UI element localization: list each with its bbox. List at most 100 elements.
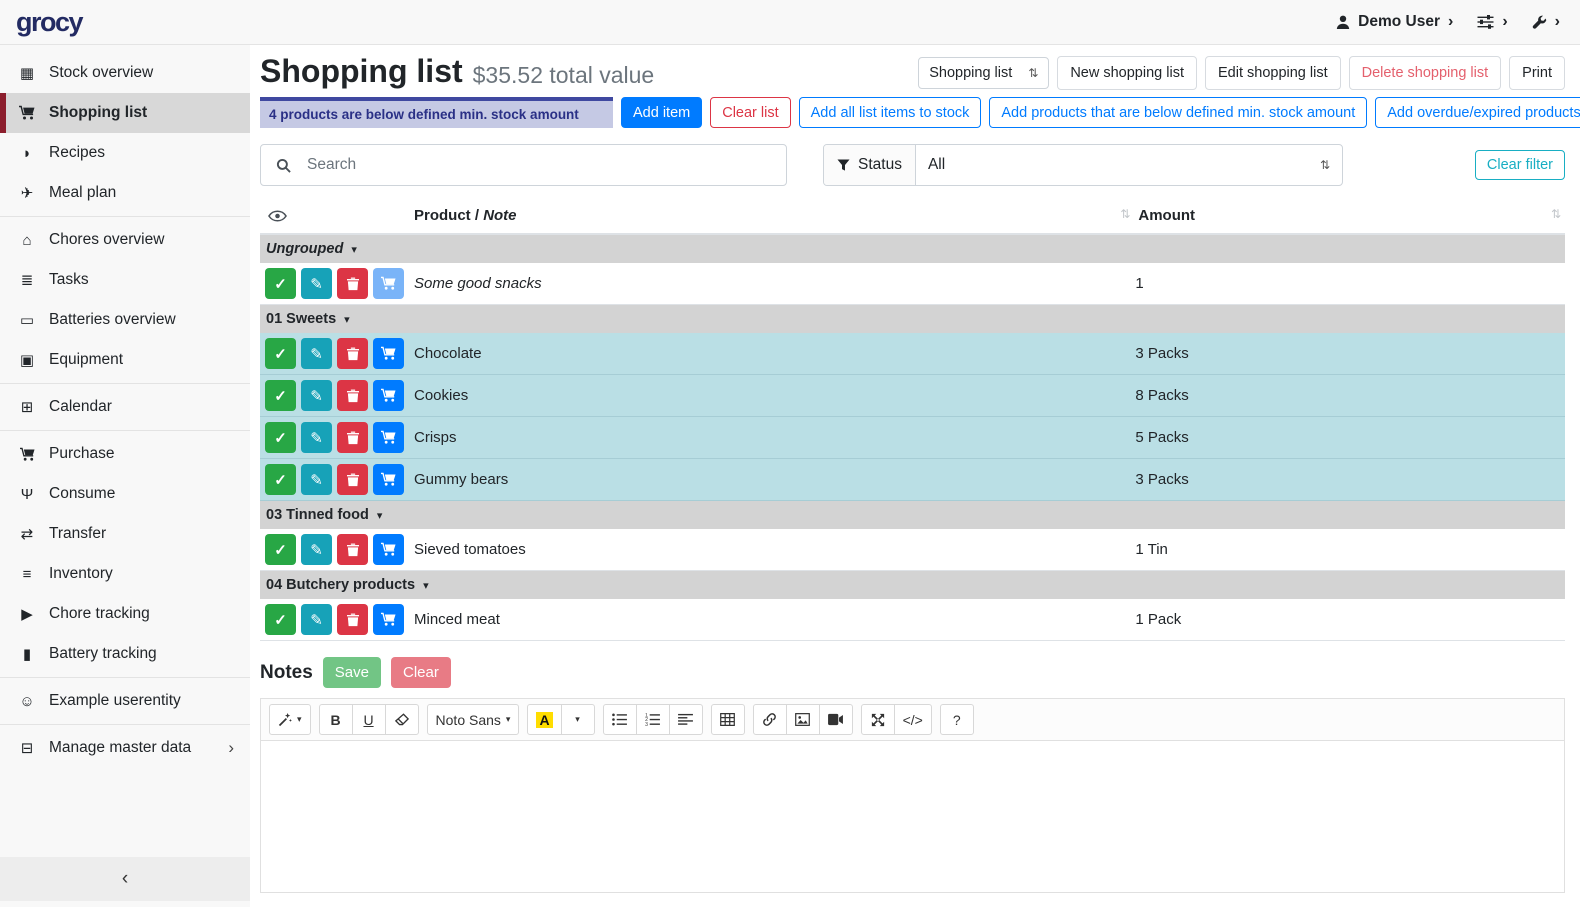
add-to-stock-button[interactable] <box>373 534 404 565</box>
add-to-stock-button[interactable] <box>373 464 404 495</box>
clear-list-button[interactable]: Clear list <box>710 97 790 128</box>
delete-item-button[interactable] <box>337 604 368 635</box>
unordered-list-button[interactable] <box>603 704 637 735</box>
clear-formatting-button[interactable] <box>385 704 419 735</box>
picture-button[interactable] <box>786 704 820 735</box>
font-family-select[interactable]: Noto Sans ▾ <box>427 704 520 735</box>
sidebar-item-tasks[interactable]: ≣ Tasks <box>0 260 250 300</box>
sidebar-item-consume[interactable]: Ψ Consume <box>0 474 250 514</box>
bold-button[interactable]: B <box>319 704 353 735</box>
group-header-sweets[interactable]: 01 Sweets▾ <box>260 305 1565 334</box>
video-button[interactable] <box>819 704 853 735</box>
highlight-color-caret-button[interactable]: ▾ <box>561 704 595 735</box>
add-to-stock-button[interactable] <box>373 380 404 411</box>
shopping-list-select-value: Shopping list <box>929 65 1012 81</box>
ordered-list-button[interactable] <box>636 704 670 735</box>
sidebar-item-manage-master-data[interactable]: ⊟ Manage master data › <box>0 728 250 768</box>
link-button[interactable] <box>753 704 787 735</box>
sidebar-item-chore-tracking[interactable]: ▶ Chore tracking <box>0 594 250 634</box>
clear-filter-button[interactable]: Clear filter <box>1475 150 1565 180</box>
edit-item-button[interactable]: ✎ <box>301 268 332 299</box>
product-column-header[interactable]: Product / Note ⇅ <box>410 198 1134 234</box>
notes-editor-area[interactable] <box>260 741 1565 893</box>
delete-shopping-list-button[interactable]: Delete shopping list <box>1349 56 1502 90</box>
group-header-butchery-products[interactable]: 04 Butchery products▾ <box>260 571 1565 600</box>
admin-tools-menu[interactable]: › <box>1532 13 1560 31</box>
add-below-min-button[interactable]: Add products that are below defined min.… <box>989 97 1367 128</box>
sidebar-item-transfer[interactable]: ⇄ Transfer <box>0 514 250 554</box>
sort-icon[interactable]: ⇅ <box>1551 207 1561 221</box>
add-item-button[interactable]: Add item <box>621 97 702 128</box>
add-to-stock-button[interactable] <box>373 268 404 299</box>
shopping-list-select[interactable]: Shopping list ⇅ <box>918 57 1049 89</box>
delete-item-button[interactable] <box>337 464 368 495</box>
mark-done-button[interactable]: ✓ <box>265 268 296 299</box>
new-shopping-list-button[interactable]: New shopping list <box>1057 56 1197 90</box>
code-view-button[interactable]: </> <box>894 704 932 735</box>
sidebar-item-inventory[interactable]: ≡ Inventory <box>0 554 250 594</box>
paragraph-style-button[interactable] <box>669 704 703 735</box>
mark-done-button[interactable]: ✓ <box>265 464 296 495</box>
edit-shopping-list-button[interactable]: Edit shopping list <box>1205 56 1341 90</box>
notes-save-button[interactable]: Save <box>323 657 381 688</box>
actions-row: 4 products are below defined min. stock … <box>260 97 1565 128</box>
sidebar-item-label: Calendar <box>49 398 112 416</box>
fullscreen-button[interactable] <box>861 704 895 735</box>
pencil-icon: ✎ <box>310 471 323 489</box>
trash-icon <box>347 473 359 487</box>
highlight-color-button[interactable]: A <box>527 704 561 735</box>
add-to-stock-button[interactable] <box>373 604 404 635</box>
edit-item-button[interactable]: ✎ <box>301 422 332 453</box>
delete-item-button[interactable] <box>337 338 368 369</box>
search-input[interactable] <box>305 145 786 185</box>
delete-item-button[interactable] <box>337 268 368 299</box>
print-button[interactable]: Print <box>1509 56 1565 90</box>
mark-done-button[interactable]: ✓ <box>265 338 296 369</box>
group-header-tinned-food[interactable]: 03 Tinned food▾ <box>260 501 1565 530</box>
sidebar-item-stock-overview[interactable]: ▦ Stock overview <box>0 53 250 93</box>
amount-column-header[interactable]: Amount ⇅ <box>1134 198 1565 234</box>
inventory-list-icon: ≡ <box>15 566 39 583</box>
sidebar-item-recipes[interactable]: ◗ Recipes <box>0 133 250 173</box>
mark-done-button[interactable]: ✓ <box>265 604 296 635</box>
quick-settings-menu[interactable]: › <box>1477 13 1507 31</box>
mark-done-button[interactable]: ✓ <box>265 534 296 565</box>
sidebar-item-purchase[interactable]: Purchase <box>0 434 250 474</box>
edit-item-button[interactable]: ✎ <box>301 380 332 411</box>
sidebar-item-example-userentity[interactable]: ☺ Example userentity <box>0 681 250 721</box>
status-select[interactable]: All ⇅ <box>916 145 1342 185</box>
sort-icon[interactable]: ⇅ <box>1120 207 1130 221</box>
mark-done-button[interactable]: ✓ <box>265 380 296 411</box>
sidebar-item-meal-plan[interactable]: ✈ Meal plan <box>0 173 250 213</box>
edit-item-button[interactable]: ✎ <box>301 604 332 635</box>
edit-item-button[interactable]: ✎ <box>301 534 332 565</box>
sidebar-item-battery-tracking[interactable]: ▮ Battery tracking <box>0 634 250 674</box>
sidebar-collapse-button[interactable]: ‹ <box>0 857 250 901</box>
delete-item-button[interactable] <box>337 422 368 453</box>
add-to-stock-button[interactable] <box>373 338 404 369</box>
edit-item-button[interactable]: ✎ <box>301 464 332 495</box>
sidebar-item-batteries-overview[interactable]: ▭ Batteries overview <box>0 300 250 340</box>
utensils-icon: Ψ <box>15 486 39 503</box>
add-to-stock-button[interactable] <box>373 422 404 453</box>
magic-style-button[interactable]: ▾ <box>269 704 311 735</box>
mark-done-button[interactable]: ✓ <box>265 422 296 453</box>
notes-section-header: Notes Save Clear <box>260 657 1565 688</box>
delete-item-button[interactable] <box>337 380 368 411</box>
underline-button[interactable]: U <box>352 704 386 735</box>
help-button[interactable]: ? <box>940 704 974 735</box>
delete-item-button[interactable] <box>337 534 368 565</box>
sidebar-item-calendar[interactable]: ⊞ Calendar <box>0 387 250 427</box>
sidebar-item-chores-overview[interactable]: ⌂ Chores overview <box>0 220 250 260</box>
sidebar-item-equipment[interactable]: ▣ Equipment <box>0 340 250 380</box>
add-all-to-stock-button[interactable]: Add all list items to stock <box>799 97 982 128</box>
group-header-ungrouped[interactable]: Ungrouped▾ <box>260 234 1565 263</box>
app-logo[interactable]: grocy <box>16 7 82 38</box>
edit-item-button[interactable]: ✎ <box>301 338 332 369</box>
add-overdue-button[interactable]: Add overdue/expired products <box>1375 97 1580 128</box>
table-insert-button[interactable] <box>711 704 745 735</box>
cart-icon <box>381 542 396 557</box>
notes-clear-button[interactable]: Clear <box>391 657 451 688</box>
user-menu[interactable]: Demo User › <box>1336 13 1453 31</box>
sidebar-item-shopping-list[interactable]: Shopping list <box>0 93 250 133</box>
